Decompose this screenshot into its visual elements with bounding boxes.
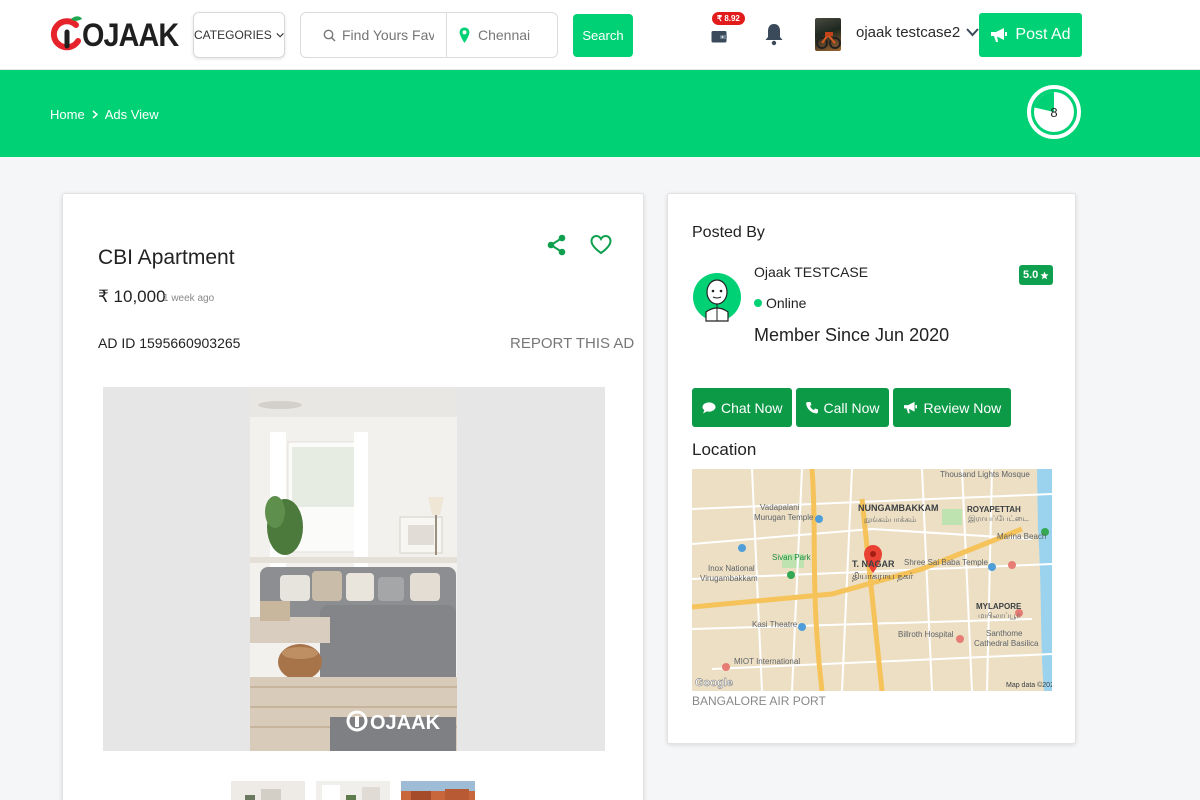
chat-now-button[interactable]: Chat Now <box>692 388 793 427</box>
map-label: தியாகராய நகர் <box>852 571 914 581</box>
map-attribution: Map data ©2020 <box>1006 681 1052 689</box>
chevron-down-icon <box>966 28 979 37</box>
thumbnail-strip <box>231 781 475 800</box>
location-map[interactable]: Thousand Lights Mosque NUNGAMBAKKAM நுங்… <box>692 469 1052 691</box>
posted-by-heading: Posted By <box>692 224 765 241</box>
rating-badge: 5.0 <box>1019 265 1054 285</box>
map-label: Virugambakkam <box>700 574 758 583</box>
contact-actions: Chat Now Call Now Review Now <box>692 388 1012 427</box>
megaphone-icon <box>904 401 918 414</box>
breadcrumb-current: Ads View <box>104 107 159 122</box>
member-since: Member Since Jun 2020 <box>754 325 950 345</box>
map-pin-icon <box>459 27 470 43</box>
status-label: Online <box>766 295 807 311</box>
logo-text: OJAAK <box>82 16 179 53</box>
map-label: MYLAPORE <box>976 602 1022 611</box>
seller-avatar[interactable] <box>692 264 742 330</box>
thumbnail-image[interactable] <box>401 781 475 800</box>
search-icon <box>323 29 336 42</box>
map-label: Sivan Park <box>772 553 812 562</box>
thumbnail-image[interactable] <box>316 781 390 800</box>
call-now-label: Call Now <box>823 399 880 416</box>
ad-title: CBI Apartment <box>98 246 235 269</box>
map-label: ROYAPETTAH <box>967 505 1021 514</box>
wallet-icon <box>711 31 727 43</box>
posted-time: 1 week ago <box>163 293 215 304</box>
call-now-button[interactable]: Call Now <box>796 388 890 427</box>
search-button[interactable]: Search <box>573 14 633 57</box>
map-label: Santhome <box>986 629 1023 638</box>
map-label: T. NAGAR <box>852 559 895 569</box>
star-icon <box>1040 270 1049 279</box>
map-label: Vadapalani <box>760 503 800 512</box>
seller-card: Posted By Ojaak TESTCASE 5.0 Online Memb… <box>667 193 1076 744</box>
map-label: Kasi Theatre <box>752 620 798 629</box>
location-input[interactable] <box>478 27 548 43</box>
report-ad-link[interactable]: REPORT THIS AD <box>510 335 634 352</box>
location-field[interactable] <box>447 13 557 57</box>
location-address: BANGALORE AIR PORT <box>692 694 826 708</box>
categories-dropdown[interactable]: CATEGORIES <box>193 12 285 58</box>
seller-name: Ojaak TESTCASE <box>754 264 869 280</box>
timer-value: 8 <box>1050 105 1058 120</box>
megaphone-icon <box>991 28 1008 42</box>
heart-icon[interactable] <box>590 234 612 256</box>
rating-value: 5.0 <box>1023 269 1039 281</box>
thumbnail-image[interactable] <box>231 781 305 800</box>
chat-now-label: Chat Now <box>721 399 783 416</box>
location-heading: Location <box>692 440 757 459</box>
ad-price: ₹ 10,000 <box>98 287 166 306</box>
chevron-down-icon <box>276 32 284 38</box>
ad-id: AD ID 1595660903265 <box>98 335 241 351</box>
user-menu[interactable]: ojaak testcase2 <box>856 24 979 41</box>
ad-details-card: CBI Apartment ₹ 10,000 1 week ago AD ID … <box>62 193 644 800</box>
username-label: ojaak testcase2 <box>856 24 961 41</box>
countdown-timer: 8 <box>1026 74 1082 150</box>
post-ad-button[interactable]: Post Ad <box>979 13 1082 57</box>
chevron-right-icon <box>92 110 98 119</box>
search-input[interactable] <box>342 27 434 43</box>
google-logo: Google <box>695 677 733 689</box>
chat-icon <box>702 401 716 413</box>
map-label: நுங்கம்பாக்கம் <box>864 515 916 525</box>
wallet[interactable]: ₹ 8.92 <box>706 12 756 52</box>
ad-main-photo: OJAAK <box>250 387 457 751</box>
map-label: Thousand Lights Mosque <box>940 470 1030 479</box>
map-label: Murugan Temple <box>754 513 814 522</box>
review-now-button[interactable]: Review Now <box>893 388 1012 427</box>
map-label: Shree Sai Baba Temple <box>904 558 988 567</box>
post-ad-label: Post Ad <box>1015 26 1071 43</box>
map-label: NUNGAMBAKKAM <box>858 503 939 513</box>
search-bar <box>300 12 558 58</box>
breadcrumb-band: Home Ads View 8 <box>0 70 1200 157</box>
map-label: மயிலாப்பூர் <box>978 611 1021 620</box>
ad-image-gallery[interactable]: OJAAK <box>103 387 605 751</box>
map-label: Cathedral Basilica <box>974 639 1039 648</box>
review-now-label: Review Now <box>923 399 1002 416</box>
map-label: இராயப்பேட்டை <box>968 514 1029 524</box>
phone-icon <box>806 402 819 414</box>
user-avatar[interactable] <box>815 18 841 51</box>
categories-label: CATEGORIES <box>194 28 272 42</box>
status-dot-icon <box>754 299 762 307</box>
bell-icon[interactable] <box>764 22 784 46</box>
photo-watermark: OJAAK <box>370 712 441 734</box>
map-label: Marina Beach <box>997 532 1046 541</box>
map-label: Billroth Hospital <box>898 630 954 639</box>
map-label: MIOT International <box>734 657 800 666</box>
breadcrumb: Home Ads View <box>50 107 159 122</box>
logo-mark-icon <box>50 15 86 55</box>
wallet-balance-badge: ₹ 8.92 <box>712 12 745 25</box>
keyword-field[interactable] <box>301 13 447 57</box>
breadcrumb-home-link[interactable]: Home <box>50 107 85 122</box>
top-navbar: OJAAK CATEGORIES Search ₹ 8.92 ojaak tes… <box>0 0 1200 70</box>
online-status: Online <box>754 295 806 311</box>
ojaak-logo[interactable]: OJAAK <box>50 10 189 60</box>
map-label: Inox National <box>708 564 755 573</box>
share-icon[interactable] <box>547 234 567 256</box>
